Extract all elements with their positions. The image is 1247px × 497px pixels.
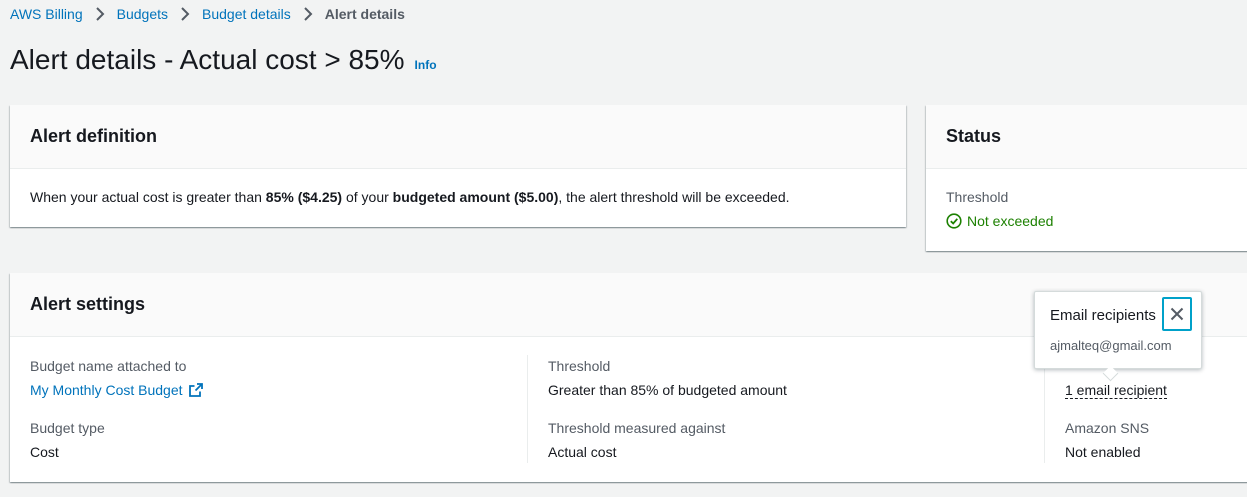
page-title-text: Alert details - Actual cost > 85% <box>10 44 405 75</box>
status-card: Status Threshold Not exceeded <box>926 105 1247 251</box>
status-threshold-value: Not exceeded <box>946 211 1236 231</box>
breadcrumb-budget-details[interactable]: Budget details <box>202 6 291 22</box>
column-divider <box>527 355 528 463</box>
breadcrumb-budgets[interactable]: Budgets <box>117 6 168 22</box>
alert-definition-text: When your actual cost is greater than 85… <box>10 169 906 225</box>
budget-type-value: Cost <box>30 444 59 460</box>
definition-threshold-amount: 85% ($4.25) <box>265 189 343 205</box>
chevron-right-icon <box>93 7 107 21</box>
definition-text-2: of your <box>342 189 393 205</box>
check-circle-icon <box>946 213 962 229</box>
status-header: Status <box>926 105 1247 169</box>
alert-definition-header: Alert definition <box>10 105 906 169</box>
info-link[interactable]: Info <box>415 58 437 72</box>
amazon-sns-value: Not enabled <box>1065 444 1141 460</box>
breadcrumb: AWS Billing Budgets Budget details Alert… <box>10 5 405 23</box>
breadcrumb-current: Alert details <box>324 6 405 22</box>
status-threshold-label: Threshold <box>946 189 1009 205</box>
definition-budgeted-amount: budgeted amount ($5.00) <box>392 189 559 205</box>
threshold-label: Threshold <box>548 358 611 374</box>
budget-name-text: My Monthly Cost Budget <box>30 382 183 398</box>
budget-name-link[interactable]: My Monthly Cost Budget <box>30 380 203 400</box>
popover-close-button[interactable] <box>1162 297 1192 331</box>
email-recipients-trigger[interactable]: 1 email recipient <box>1065 382 1167 399</box>
page-title: Alert details - Actual cost > 85% Info <box>10 44 437 76</box>
definition-text-1: When your actual cost is greater than <box>30 189 266 205</box>
settings-column-1: Budget name attached to My Monthly Cost … <box>30 356 203 480</box>
popover-email: ajmalteq@gmail.com <box>1050 338 1172 353</box>
definition-text-3: , the alert threshold will be exceeded. <box>558 189 790 205</box>
close-icon <box>1170 307 1184 321</box>
column-divider <box>1044 355 1045 463</box>
measured-against-label: Threshold measured against <box>548 420 726 436</box>
chevron-right-icon <box>301 7 315 21</box>
popover-title: Email recipients <box>1050 307 1156 324</box>
budget-type-label: Budget type <box>30 420 105 436</box>
amazon-sns-label: Amazon SNS <box>1065 420 1150 436</box>
alert-definition-card: Alert definition When your actual cost i… <box>10 105 906 227</box>
threshold-value: Greater than 85% of budgeted amount <box>548 382 787 398</box>
settings-column-2: Threshold Greater than 85% of budgeted a… <box>548 356 787 480</box>
breadcrumb-aws-billing[interactable]: AWS Billing <box>10 6 83 22</box>
chevron-right-icon <box>178 7 192 21</box>
external-link-icon <box>188 383 203 397</box>
status-not-exceeded: Not exceeded <box>967 213 1054 229</box>
measured-against-value: Actual cost <box>548 444 617 460</box>
budget-name-label: Budget name attached to <box>30 358 187 374</box>
email-recipients-popover: Email recipients ajmalteq@gmail.com <box>1034 291 1202 382</box>
